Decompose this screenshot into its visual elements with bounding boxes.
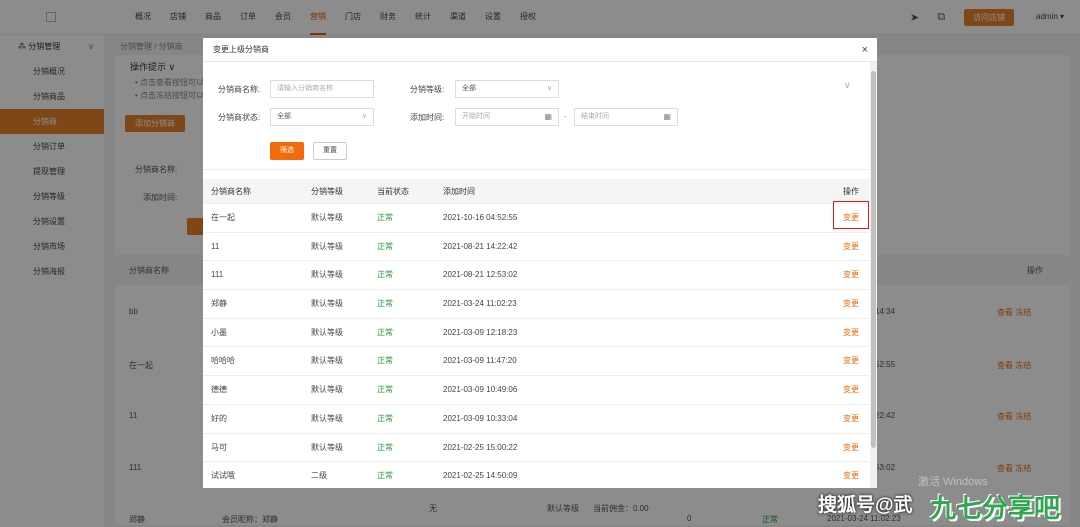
filter-divider — [203, 169, 869, 179]
cell-status: 正常 — [377, 213, 393, 222]
cell-status: 正常 — [377, 327, 393, 337]
cell-status: 正常 — [377, 471, 393, 481]
reset-button[interactable]: 重置 — [313, 142, 347, 160]
calendar-icon: ▦ — [544, 112, 552, 121]
cell-name: 小墨 — [211, 327, 227, 337]
modal-header: 变更上级分销商 × — [203, 38, 877, 62]
table-row: 在一起 默认等级 正常 2021-10-16 04:52:55 变更 — [203, 204, 869, 233]
cell-level: 默认等级 — [311, 299, 343, 309]
close-icon[interactable]: × — [862, 38, 868, 62]
cell-name: 11 — [211, 241, 220, 251]
cell-level: 默认等级 — [311, 413, 343, 423]
calendar-icon: ▦ — [663, 112, 671, 121]
table-row: 马可 默认等级 正常 2021-02-25 15:00:22 变更 — [203, 433, 869, 463]
col-header-status: 当前状态 — [377, 187, 409, 196]
filter-status-label: 分销商状态: — [218, 113, 261, 122]
filter-level-label: 分销等级: — [410, 85, 445, 94]
end-date-input[interactable]: 结束时间 ▦ — [574, 108, 678, 126]
change-button[interactable]: 变更 — [843, 347, 859, 375]
col-header-time: 添加时间 — [443, 187, 475, 196]
cell-status: 正常 — [377, 299, 393, 309]
cell-name: 111 — [211, 270, 224, 280]
level-select[interactable]: 全部 ∨ — [455, 80, 559, 98]
cell-time: 2021-03-09 12:18:23 — [443, 327, 518, 337]
change-button[interactable]: 变更 — [843, 405, 859, 433]
table-row: 郑静 默认等级 正常 2021-03-24 11:02:23 变更 — [203, 290, 869, 319]
table-header: 分销商名称 分销等级 当前状态 添加时间 操作 — [203, 179, 869, 204]
table-row: 试试哦 二级 正常 2021-02-25 14:50:09 变更 — [203, 462, 869, 488]
change-button[interactable]: 变更 — [843, 434, 859, 462]
table-row: 111 默认等级 正常 2021-08-21 12:53:02 变更 — [203, 261, 869, 291]
filter-name-label: 分销商名称: — [218, 85, 261, 94]
col-header-level: 分销等级 — [311, 187, 343, 196]
table-row: 好的 默认等级 正常 2021-03-09 10:33:04 变更 — [203, 404, 869, 434]
change-button[interactable]: 变更 — [843, 261, 859, 289]
cell-name: 在一起 — [211, 213, 235, 222]
chevron-down-icon: ∨ — [546, 85, 552, 92]
cell-time: 2021-02-25 14:50:09 — [443, 471, 518, 481]
cell-level: 二级 — [311, 471, 327, 481]
highlight-box — [833, 201, 869, 229]
date-range-dash: - — [564, 112, 567, 121]
cell-name: 马可 — [211, 442, 227, 452]
level-select-value: 全部 — [462, 85, 476, 92]
modal-title: 变更上级分销商 — [213, 45, 269, 54]
status-select-value: 全部 — [277, 113, 291, 120]
cell-status: 正常 — [377, 385, 393, 395]
change-button[interactable]: 变更 — [843, 290, 859, 318]
chevron-down-icon[interactable]: ∨ — [844, 80, 851, 91]
distributor-name-input[interactable]: 请输入分销商名称 — [270, 80, 374, 98]
filter-time-label: 添加时间: — [410, 113, 445, 122]
change-button[interactable]: 变更 — [843, 233, 859, 261]
cell-time: 2021-02-25 15:00:22 — [443, 442, 518, 452]
cell-level: 默认等级 — [311, 270, 343, 280]
cell-level: 默认等级 — [311, 327, 343, 337]
table-row: 德德 默认等级 正常 2021-03-09 10:49:06 变更 — [203, 376, 869, 405]
cell-level: 默认等级 — [311, 356, 343, 366]
table-row: 11 默认等级 正常 2021-08-21 14:22:42 变更 — [203, 232, 869, 262]
chevron-down-icon: ∨ — [361, 113, 367, 120]
cell-level: 默认等级 — [311, 442, 343, 452]
cell-name: 哈哈哈 — [211, 356, 235, 366]
cell-time: 2021-03-09 11:47:20 — [443, 356, 517, 366]
end-date-placeholder: 结束时间 — [581, 113, 609, 120]
table-row: 哈哈哈 默认等级 正常 2021-03-09 11:47:20 变更 — [203, 347, 869, 377]
change-button[interactable]: 变更 — [843, 462, 859, 488]
change-button[interactable]: 变更 — [843, 376, 859, 404]
cell-status: 正常 — [377, 356, 393, 366]
cell-name: 好的 — [211, 413, 227, 423]
cell-status: 正常 — [377, 270, 393, 280]
sohu-watermark: 搜狐号@武 — [818, 495, 913, 516]
cell-status: 正常 — [377, 413, 393, 423]
change-parent-modal: 变更上级分销商 × ∨ 分销商名称: 请输入分销商名称 分销等级: 全部 ∨ 分… — [203, 38, 877, 488]
cell-time: 2021-03-09 10:49:06 — [443, 385, 518, 395]
cell-status: 正常 — [377, 442, 393, 452]
table-body: 在一起 默认等级 正常 2021-10-16 04:52:55 变更 11 默认等级 正常 20… — [203, 204, 869, 488]
table-row: 小墨 默认等级 正常 2021-03-09 12:18:23 变更 — [203, 318, 869, 348]
activate-windows-watermark: 激活 Windows — [918, 476, 988, 488]
start-date-input[interactable]: 开始时间 ▦ — [455, 108, 559, 126]
change-button[interactable]: 变更 — [843, 319, 859, 347]
cell-level: 默认等级 — [311, 213, 343, 222]
cell-time: 2021-10-16 04:52:55 — [443, 213, 518, 222]
col-header-name: 分销商名称 — [211, 187, 251, 196]
cell-time: 2021-08-21 12:53:02 — [443, 270, 518, 280]
start-date-placeholder: 开始时间 — [462, 113, 490, 120]
cell-time: 2021-03-24 11:02:23 — [443, 299, 517, 309]
cell-time: 2021-08-21 14:22:42 — [443, 241, 518, 251]
filter-button[interactable]: 筛选 — [270, 142, 304, 160]
cell-status: 正常 — [377, 241, 393, 251]
cell-time: 2021-03-09 10:33:04 — [443, 413, 518, 423]
cell-name: 试试哦 — [211, 471, 235, 481]
brand-watermark: 九七分享吧 — [930, 493, 1061, 523]
cell-level: 默认等级 — [311, 385, 343, 395]
cell-name: 郑静 — [211, 299, 227, 309]
modal-scrollbar-thumb[interactable] — [871, 71, 876, 448]
cell-level: 默认等级 — [311, 241, 343, 251]
cell-name: 德德 — [211, 385, 227, 395]
status-select[interactable]: 全部 ∨ — [270, 108, 374, 126]
distributor-table: 分销商名称 分销等级 当前状态 添加时间 操作 在一起 默认等级 正常 2021-10… — [203, 179, 869, 488]
